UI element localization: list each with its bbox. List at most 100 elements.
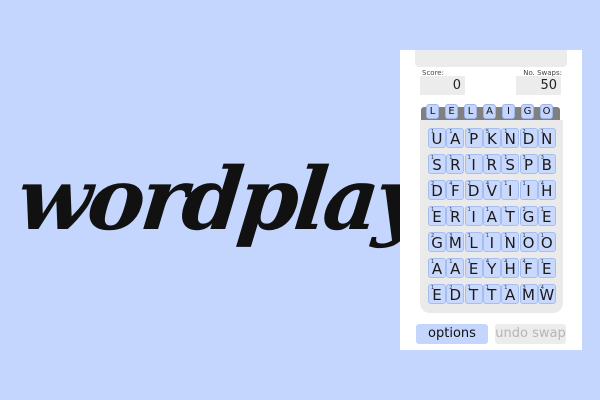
board-tile[interactable]: 1O <box>537 232 556 252</box>
hand-tile[interactable]: E <box>445 104 458 119</box>
tile-letter: T <box>487 286 497 304</box>
board-tile[interactable]: 3P <box>519 154 538 174</box>
tile-letter: S <box>505 156 515 174</box>
tile-letter: E <box>542 208 552 226</box>
board-tile[interactable]: 4H <box>537 180 556 200</box>
board-tile[interactable]: 1O <box>519 232 538 252</box>
tile-letter: W <box>539 286 555 304</box>
tile-letter: H <box>504 260 516 278</box>
board-tile[interactable]: 4W <box>537 284 556 304</box>
tile-letter: A <box>450 130 461 148</box>
tile-letter: E <box>432 286 442 304</box>
board-tile[interactable]: 3P <box>464 128 483 148</box>
board-tile[interactable]: 1I <box>464 154 483 174</box>
board-tile[interactable]: 1A <box>501 284 520 304</box>
board-tile[interactable]: 4F <box>519 258 538 278</box>
board-tile[interactable]: 1U <box>428 128 446 148</box>
board-tile[interactable]: 1E <box>428 206 446 226</box>
board-tile[interactable]: 2D <box>464 180 483 200</box>
undo-swap-button[interactable]: undo swap <box>495 324 566 344</box>
tile-letter: S <box>432 156 442 174</box>
tile-letter: N <box>541 130 553 148</box>
hand-tile[interactable]: O <box>540 104 553 119</box>
tile-letter: D <box>467 182 480 200</box>
tile-letter: U <box>431 130 443 148</box>
board-tile[interactable]: 5K <box>482 128 501 148</box>
board-tile[interactable]: 1R <box>482 154 501 174</box>
score-value: 0 <box>420 76 465 95</box>
board-tile[interactable]: 1I <box>501 180 520 200</box>
tile-letter: T <box>469 286 479 304</box>
board-tile[interactable]: 1L <box>464 232 483 252</box>
board-tile[interactable]: 4H <box>501 258 520 278</box>
board-tile[interactable]: 3M <box>446 232 465 252</box>
tile-letter: D <box>431 182 443 200</box>
board-tile[interactable]: 1N <box>501 128 520 148</box>
tile-letter: D <box>522 130 535 148</box>
board-tile[interactable]: 1E <box>428 284 446 304</box>
board-tile[interactable]: 1I <box>464 206 483 226</box>
board-tile[interactable]: 1E <box>464 258 483 278</box>
tile-letter: A <box>431 260 443 278</box>
tile-letter: P <box>469 130 479 148</box>
board-tile[interactable]: 4Y <box>482 258 501 278</box>
hand-tile[interactable]: G <box>521 104 534 119</box>
hand-tile[interactable]: I <box>502 104 515 119</box>
board-tile[interactable]: 1T <box>464 284 483 304</box>
tile-letter: A <box>450 260 461 278</box>
board-tile[interactable]: 1N <box>501 232 520 252</box>
tile-letter: R <box>486 156 498 174</box>
board-tile[interactable]: 1N <box>537 128 556 148</box>
game-panel: Score: No. Swaps: 0 50 LELAIGO 1U1A3P5K1… <box>400 50 582 350</box>
tile-letter: A <box>505 286 516 304</box>
letter-board: 1U1A3P5K1N2D1N1S1R1I1R1S3P3B2D4F2D4V1I1I… <box>420 120 563 313</box>
tile-letter: E <box>432 208 442 226</box>
board-tile[interactable]: 1A <box>446 128 465 148</box>
board-tile[interactable]: 2D <box>519 128 538 148</box>
board-tile[interactable]: 4V <box>482 180 501 200</box>
board-tile[interactable]: 2G <box>519 206 538 226</box>
tile-letter: T <box>505 208 515 226</box>
tile-letter: B <box>541 156 552 174</box>
tile-letter: O <box>540 234 553 252</box>
tile-letter: I <box>526 182 531 200</box>
board-tile[interactable]: 1A <box>446 258 465 278</box>
board-tile[interactable]: 1S <box>501 154 520 174</box>
hand-tile[interactable]: L <box>464 104 477 119</box>
tile-letter: G <box>431 234 443 252</box>
board-tile[interactable]: 4F <box>446 180 465 200</box>
tile-letter: P <box>523 156 534 174</box>
options-button[interactable]: options <box>416 324 488 344</box>
board-tile[interactable]: 2D <box>428 180 446 200</box>
board-tile[interactable]: 1A <box>428 258 446 278</box>
wordplay-logo: wordplay <box>12 149 427 250</box>
tile-letter: Y <box>487 260 497 278</box>
board-tile[interactable]: 2D <box>446 284 465 304</box>
board-tile[interactable]: 3B <box>537 154 556 174</box>
tile-letter: D <box>449 286 462 304</box>
tile-letter: L <box>469 234 478 252</box>
board-tile[interactable]: 1I <box>482 232 501 252</box>
board-tile[interactable]: 2G <box>428 232 446 252</box>
tile-letter: R <box>450 156 461 174</box>
top-bar <box>415 50 567 67</box>
board-tile[interactable]: 1R <box>446 154 465 174</box>
tile-letter: I <box>489 234 495 252</box>
hand-tile[interactable]: A <box>483 104 496 119</box>
tile-letter: I <box>471 208 476 226</box>
hand-tile[interactable]: L <box>426 104 439 119</box>
tile-letter: F <box>450 182 460 200</box>
tile-letter: M <box>522 286 535 304</box>
board-tile[interactable]: 1E <box>537 206 556 226</box>
board-tile[interactable]: 1R <box>446 206 465 226</box>
board-tile[interactable]: 1A <box>482 206 501 226</box>
board-tile[interactable]: 3M <box>519 284 538 304</box>
board-tile[interactable]: 1E <box>537 258 556 278</box>
board-tile[interactable]: 1T <box>501 206 520 226</box>
board-tile[interactable]: 1I <box>519 180 538 200</box>
board-tile[interactable]: 1T <box>482 284 501 304</box>
tile-letter: M <box>448 234 462 252</box>
tile-letter: H <box>541 182 553 200</box>
board-tile[interactable]: 1S <box>428 154 446 174</box>
tile-letter: I <box>471 156 476 174</box>
